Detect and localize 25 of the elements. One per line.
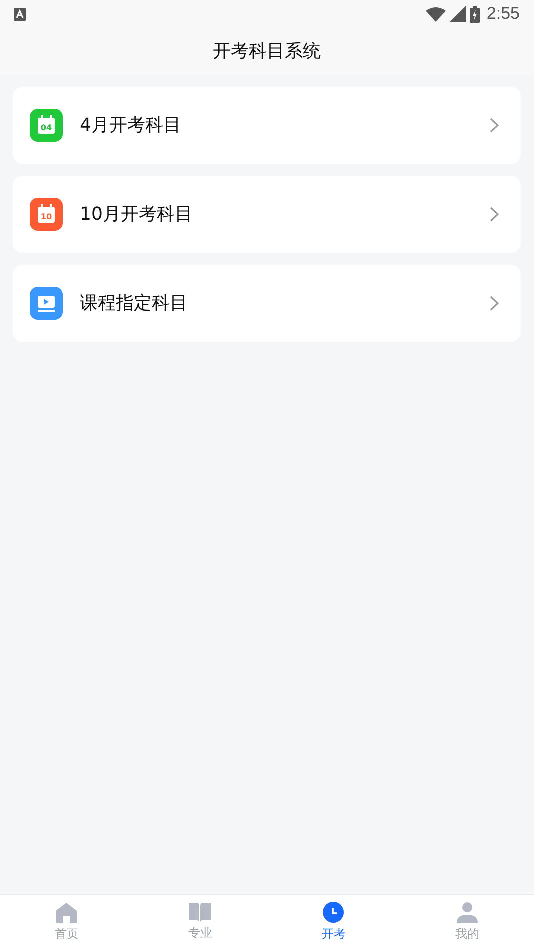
menu-label: 课程指定科目 xyxy=(80,292,189,316)
menu-label: 4月开考科目 xyxy=(80,114,182,138)
battery-icon xyxy=(470,6,480,22)
home-icon xyxy=(56,902,78,923)
signal-icon xyxy=(450,6,466,22)
menu-label: 10月开考科目 xyxy=(80,203,194,227)
status-time: 2:55 xyxy=(486,3,520,26)
calendar-icon: 04 xyxy=(30,109,63,142)
menu-card[interactable]: 课程指定科目 xyxy=(13,265,521,342)
book-icon xyxy=(189,903,212,922)
tab-bar-item[interactable]: 开考 xyxy=(267,895,400,950)
calendar-icon: 10 xyxy=(30,198,63,231)
chevron-right-icon xyxy=(490,296,499,311)
user-icon xyxy=(456,902,478,923)
wifi-icon xyxy=(426,6,446,22)
tab-bar-item[interactable]: 我的 xyxy=(400,895,534,950)
menu-card[interactable]: 10 10月开考科目 xyxy=(13,176,521,253)
clock-icon xyxy=(323,902,344,923)
menu-card[interactable]: 04 4月开考科目 xyxy=(13,87,521,164)
tab-bar-item[interactable]: 专业 xyxy=(134,895,267,950)
tab-bar-item[interactable]: 首页 xyxy=(0,895,134,950)
keyboard-icon xyxy=(14,8,26,20)
page-title: 开考科目系统 xyxy=(213,40,321,64)
chevron-right-icon xyxy=(490,207,499,222)
chevron-right-icon xyxy=(490,118,499,133)
